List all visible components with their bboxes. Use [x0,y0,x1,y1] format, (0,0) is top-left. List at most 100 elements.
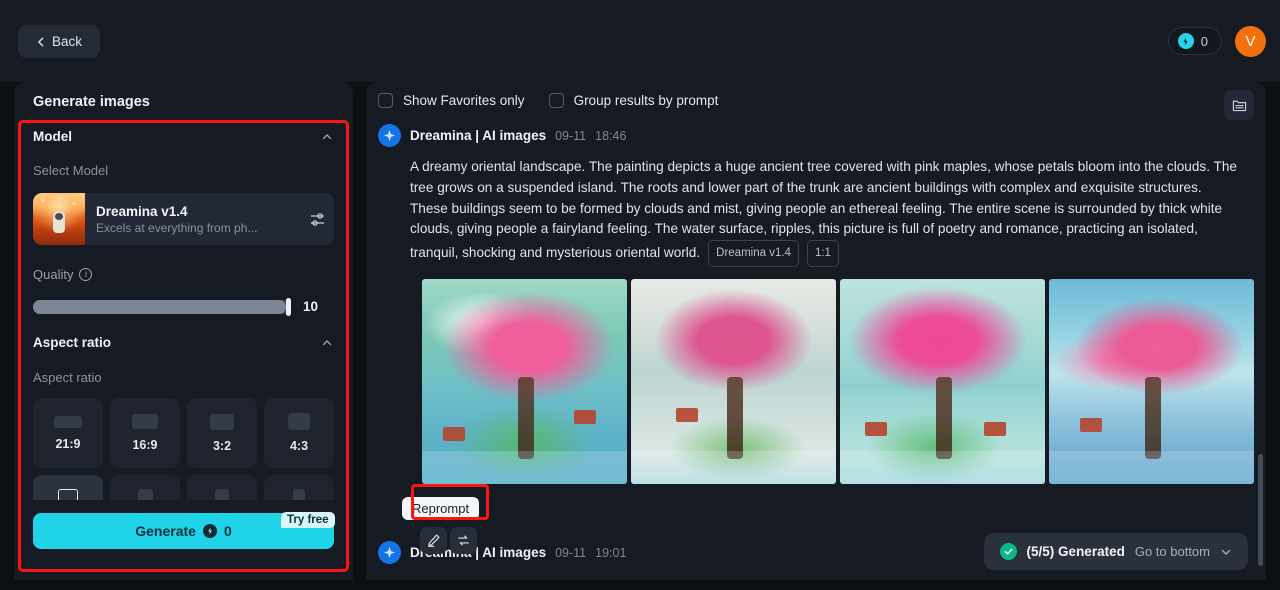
results-panel: Show Favorites only Group results by pro… [366,82,1266,580]
generated-image[interactable] [1049,278,1254,484]
generate-cost: 0 [223,523,232,539]
back-label: Back [51,34,82,49]
info-icon[interactable]: i [79,268,93,281]
top-bar: Back 0 V [0,0,1280,82]
quality-label: Quality [33,267,74,282]
pagoda-shape [676,408,699,423]
aspect-ratio-label: 21:9 [55,436,81,451]
prompt-text-block: A dreamy oriental landscape. The paintin… [410,157,1242,267]
aspect-ratio-sub-label: Aspect ratio [33,370,102,385]
butterfly-icon [59,197,63,200]
slider-fill [33,299,286,314]
chip-aspect-ratio[interactable]: 1:1 [806,240,839,267]
avatar-initial: V [1245,33,1256,50]
checkbox-box[interactable] [548,93,564,108]
sliders-icon [310,212,324,226]
model-thumbnail [33,193,85,245]
regenerate-button[interactable] [450,527,477,554]
generated-image[interactable] [422,278,627,484]
reprompt-tooltip: Reprompt [402,497,480,520]
aspect-ratio-glyph [132,414,158,429]
result-header: Dreamina | AI images 09-11 18:46 [378,124,1258,147]
aspect-ratio-option-3-2[interactable]: 3:2 [187,398,257,468]
checkbox-label: Show Favorites only [403,93,525,108]
model-settings-button[interactable] [300,211,334,228]
bolt-icon [202,524,217,538]
page-title: Generate images [33,94,150,110]
generated-image[interactable] [631,278,836,484]
archive-button[interactable] [1224,90,1254,120]
status-text: (5/5) Generated [1026,544,1125,559]
section-header-model[interactable]: Model [33,129,333,144]
credits-value: 0 [1200,33,1208,49]
result-action-bar [420,527,477,554]
result-time: 18:46 [595,128,627,143]
sparkle-icon [378,541,401,564]
butterfly-icon [41,199,45,202]
water-surface [1049,451,1254,484]
slider-handle[interactable] [286,297,291,316]
generated-image-row [422,278,1258,484]
result-source-name: Dreamina | AI images [410,128,547,143]
aspect-ratio-option-4-3[interactable]: 4:3 [264,398,334,468]
folder-icon [1232,100,1246,111]
avatar[interactable]: V [1235,26,1266,57]
tree-trunk [518,377,535,460]
aspect-ratio-glyph [210,413,234,430]
quality-slider[interactable] [33,297,291,316]
back-button[interactable]: Back [18,25,100,58]
filter-row: Show Favorites only Group results by pro… [378,93,718,108]
generation-status-pill[interactable]: (5/5) Generated Go to bottom [983,533,1248,570]
try-free-badge: Try free [281,512,335,528]
generate-label: Generate [135,523,196,539]
check-circle-icon [999,543,1017,560]
bolt-icon [1177,33,1194,49]
pagoda-shape [1079,418,1102,433]
tree-trunk [936,377,953,460]
chevron-left-icon [38,37,44,46]
model-card[interactable]: Dreamina v1.4 Excels at everything from … [33,193,334,245]
checkbox-show-favorites-only[interactable]: Show Favorites only [378,93,525,108]
quality-slider-wrap: 10 [33,297,334,316]
chevron-up-icon [322,133,332,139]
result-time: 19:01 [595,545,627,560]
quality-value: 10 [303,299,319,314]
pencil-icon [428,534,440,547]
checkbox-box[interactable] [378,93,393,108]
water-surface [631,451,836,484]
result-item: Dreamina | AI images 09-11 18:46 A dream… [378,124,1258,554]
quality-row: Quality i [33,267,93,282]
pagoda-shape [442,426,465,441]
section-header-aspect-ratio[interactable]: Aspect ratio [33,335,333,350]
result-date: 09-11 [555,545,587,560]
app-root: Back 0 V Generate images Model Select Mo… [0,0,1280,590]
aspect-ratio-option-21-9[interactable]: 21:9 [33,398,103,468]
tree-trunk [727,377,744,460]
section-label-aspect-ratio: Aspect ratio [33,335,112,350]
credits-badge[interactable]: 0 [1167,27,1222,55]
pagoda-shape [983,422,1006,437]
edit-button[interactable] [420,527,447,554]
refresh-icon [458,535,469,546]
generated-image[interactable] [840,278,1045,484]
aspect-ratio-label: 16:9 [132,438,158,452]
model-description: Excels at everything from ph... [96,220,258,235]
butterfly-icon [72,202,76,205]
result-date: 09-11 [555,128,587,143]
astronaut-figure [53,211,65,233]
checkbox-label: Group results by prompt [573,93,719,108]
select-model-label: Select Model [33,163,109,178]
chevron-down-icon[interactable] [1220,546,1232,558]
chip-model[interactable]: Dreamina v1.4 [708,240,799,267]
chevron-up-icon [322,339,332,345]
vertical-scrollbar[interactable] [1258,454,1263,566]
aspect-ratio-option-16-9[interactable]: 16:9 [110,398,180,468]
aspect-ratio-glyph [54,415,82,428]
section-label-model: Model [33,129,72,144]
aspect-ratio-label: 4:3 [289,439,309,453]
tree-trunk [1145,377,1162,460]
checkbox-group-results-by-prompt[interactable]: Group results by prompt [548,93,719,108]
sparkle-icon [378,124,401,147]
pagoda-shape [573,410,596,425]
go-to-bottom-label[interactable]: Go to bottom [1135,544,1210,559]
